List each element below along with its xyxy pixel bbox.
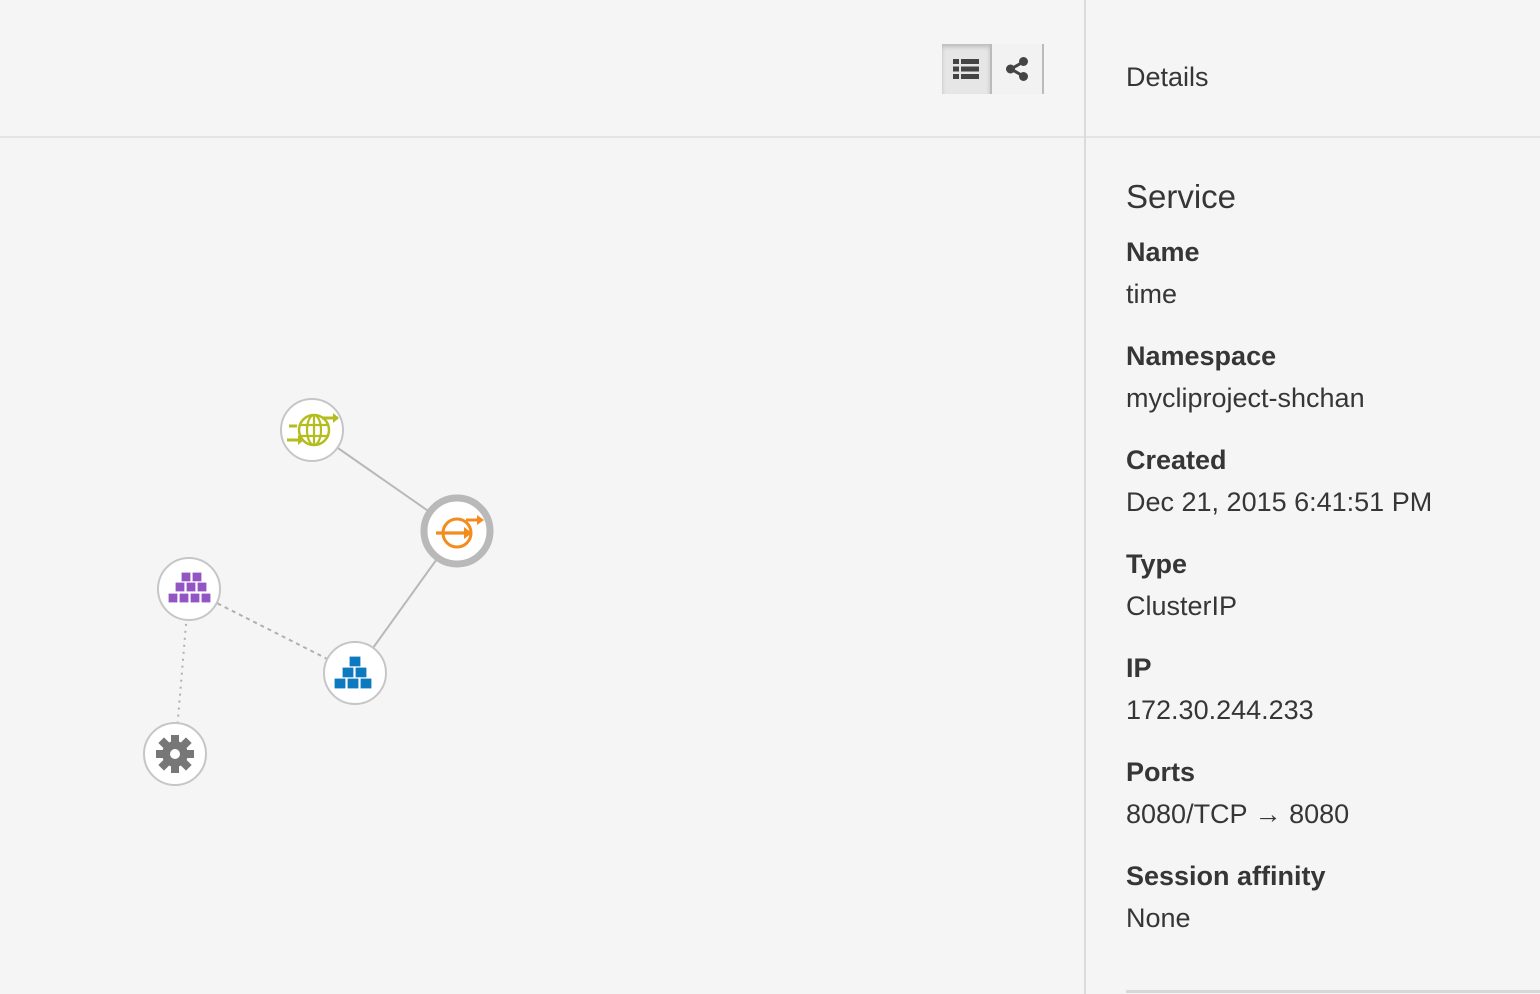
- list-view-button[interactable]: [942, 44, 992, 94]
- field-label-namespace: Namespace: [1126, 341, 1277, 371]
- deployment-config-node[interactable]: [143, 722, 207, 786]
- field-value-ip: 172.30.244.233: [1126, 695, 1314, 725]
- service-node[interactable]: [420, 494, 494, 568]
- field-value-ports: 8080/TCP → 8080: [1126, 799, 1350, 829]
- field-value-session-affinity: None: [1126, 903, 1191, 933]
- sidebar-header: Details: [1086, 0, 1540, 138]
- field-label-name: Name: [1126, 237, 1200, 267]
- details-list: Name time Namespace mycliproject-shchan …: [1126, 236, 1540, 934]
- field-value-type: ClusterIP: [1126, 591, 1238, 621]
- deployment-node[interactable]: [157, 557, 221, 621]
- resource-details: Service Name time Namespace mycliproject…: [1126, 178, 1540, 964]
- field-value-namespace: mycliproject-shchan: [1126, 383, 1365, 413]
- topology-toolbar: [0, 0, 1084, 138]
- field-value-created: Dec 21, 2015 6:41:51 PM: [1126, 487, 1433, 517]
- field-label-ports: Ports: [1126, 757, 1196, 787]
- share-alt-icon: [1006, 57, 1028, 81]
- field-label-type: Type: [1126, 549, 1188, 579]
- app-window: Details Service Name time Namespace mycl…: [0, 0, 1540, 994]
- topology-pane: [0, 0, 1084, 994]
- replication-controller-node[interactable]: [323, 641, 387, 705]
- sidebar-title: Details: [1126, 62, 1209, 92]
- details-sidebar: Details Service Name time Namespace mycl…: [1086, 0, 1540, 994]
- route-node[interactable]: [280, 398, 344, 462]
- gear-icon: [156, 735, 194, 773]
- field-value-name: time: [1126, 279, 1178, 309]
- view-toggle-group: [942, 44, 1044, 94]
- resource-kind: Service: [1126, 178, 1237, 215]
- field-label-session-affinity: Session affinity: [1126, 861, 1326, 891]
- section-divider: [1126, 990, 1540, 993]
- field-label-ip: IP: [1126, 653, 1152, 683]
- field-label-created: Created: [1126, 445, 1227, 475]
- list-icon: [953, 59, 979, 79]
- topology-view-button[interactable]: [992, 44, 1042, 94]
- topology-graph[interactable]: [0, 138, 1084, 994]
